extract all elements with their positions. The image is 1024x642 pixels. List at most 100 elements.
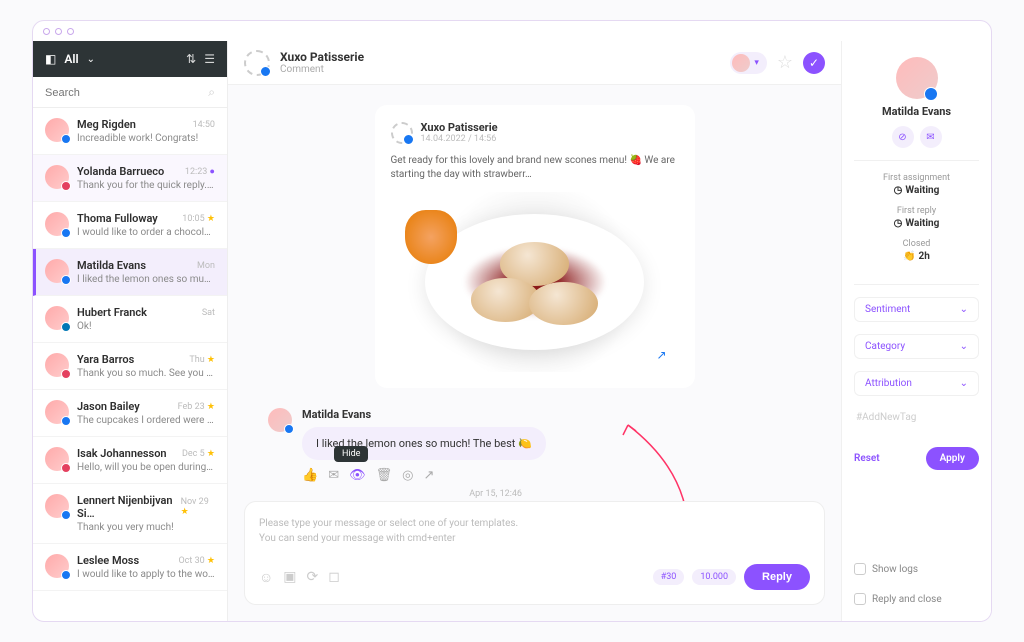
browser-chrome — [33, 21, 991, 41]
conversation-avatar — [45, 400, 69, 424]
reply-composer[interactable]: Please type your message or select one o… — [244, 501, 825, 605]
sentiment-dropdown[interactable]: Sentiment⌄ — [854, 297, 979, 322]
counter-tag: #30 — [653, 569, 685, 585]
conversation-list[interactable]: Meg Rigden 14:50 Increadible work! Congr… — [33, 108, 227, 621]
conversation-name: Jason Bailey — [77, 400, 140, 413]
fb-badge-icon — [61, 134, 71, 144]
reset-button[interactable]: Reset — [854, 453, 880, 464]
post-image: ↗ — [391, 192, 679, 372]
conversation-preview: Thank you so much. See you tom… — [77, 368, 215, 379]
chevron-down-icon: ⌄ — [960, 304, 968, 315]
conversation-item[interactable]: Leslee Moss Oct 30 I would like to apply… — [33, 544, 227, 591]
conversation-item[interactable]: Matilda Evans Mon I liked the lemon ones… — [33, 249, 227, 296]
resolve-button[interactable]: ✓ — [803, 52, 825, 74]
message-type: Comment — [280, 64, 364, 75]
assignee-avatar — [732, 54, 750, 72]
post-brand-avatar — [391, 122, 413, 144]
note-icon[interactable]: ◻ — [328, 569, 340, 586]
ig-badge-icon — [61, 463, 71, 473]
apply-button[interactable]: Apply — [926, 447, 979, 470]
chevron-down-icon: ⌄ — [960, 378, 968, 389]
email-button[interactable]: ✉ — [920, 126, 942, 148]
assignee-pill[interactable]: ▾ — [730, 52, 767, 74]
conversation-time: Mon — [197, 261, 215, 271]
conversation-item[interactable]: Isak Johannesson Dec 5 Hello, will you b… — [33, 437, 227, 484]
gif-icon[interactable]: ▣ — [283, 569, 296, 586]
sort-icon[interactable]: ⇅ — [186, 52, 196, 66]
conversation-item[interactable]: Meg Rigden 14:50 Increadible work! Congr… — [33, 108, 227, 155]
hide-icon[interactable]: 👁 — [349, 468, 366, 483]
ig-badge-icon — [61, 181, 71, 191]
trash-icon[interactable]: 🗑 — [376, 468, 393, 483]
conversation-time: Dec 5 — [182, 449, 215, 459]
star-button[interactable]: ☆ — [777, 52, 793, 73]
conversation-name: Yolanda Barrueco — [77, 165, 164, 178]
conversation-name: Lennert Nijenbijvan Si… — [77, 494, 181, 520]
conversation-preview: I would like to apply to the workshop… — [77, 569, 215, 580]
search-input[interactable] — [45, 87, 215, 99]
filter-all-label: All — [64, 52, 78, 66]
post-author: Xuxo Patisserie — [421, 121, 498, 134]
conversation-header: Xuxo Patisserie Comment ▾ ☆ ✓ — [228, 41, 841, 85]
mail-icon[interactable]: ✉ — [328, 468, 339, 483]
right-panel: Matilda Evans ⊘ ✉ First assignment ◷Wait… — [841, 41, 991, 621]
conversation-name: Meg Rigden — [77, 118, 136, 131]
emoji-icon[interactable]: ☺ — [259, 569, 273, 586]
comment-actions: 👍 ✉ 👁 🗑 ◎ ↗ Hide — [302, 468, 801, 483]
post-text: Get ready for this lovely and brand new … — [391, 154, 679, 182]
conversation-item[interactable]: Yolanda Barrueco 12:23 Thank you for the… — [33, 155, 227, 202]
show-logs-checkbox[interactable]: Show logs — [854, 563, 979, 575]
conversation-name: Isak Johannesson — [77, 447, 167, 460]
external-icon[interactable]: ↗ — [423, 468, 434, 483]
fb-badge-icon — [61, 416, 71, 426]
fb-badge-icon — [61, 275, 71, 285]
sidebar-filter-header[interactable]: ◧ All ⌄ ⇅ ☰ — [33, 41, 227, 77]
conversation-preview: Thank you for the quick reply. I will in… — [77, 180, 215, 191]
hide-tooltip: Hide — [334, 446, 368, 462]
chevron-down-icon: ⌄ — [960, 341, 968, 352]
block-button[interactable]: ⊘ — [892, 126, 914, 148]
conversation-preview: Ok! — [77, 321, 215, 332]
conversation-name: Leslee Moss — [77, 554, 139, 567]
conversation-avatar — [45, 353, 69, 377]
closed-value: 👏2h — [854, 251, 979, 262]
conversation-avatar — [45, 165, 69, 189]
commenter-name: Matilda Evans — [302, 408, 801, 421]
conversation-preview: Hello, will you be open during the holi… — [77, 462, 215, 473]
category-dropdown[interactable]: Category⌄ — [854, 334, 979, 359]
first-reply-value: ◷Waiting — [854, 218, 979, 229]
filter-icon[interactable]: ☰ — [204, 52, 215, 66]
brand-avatar — [244, 50, 270, 76]
open-external-icon[interactable]: ↗ — [651, 344, 673, 366]
original-post-card: Xuxo Patisserie 14.04.2022 / 14:56 Get r… — [375, 105, 695, 388]
commenter-avatar — [268, 408, 292, 432]
first-reply-label: First reply — [854, 206, 979, 216]
add-tag-input[interactable]: #AddNewTag — [854, 408, 979, 427]
sidebar: ◧ All ⌄ ⇅ ☰ ⌕ Meg Rigden 14:50 Increadib… — [33, 41, 228, 621]
reply-and-close-checkbox[interactable]: Reply and close — [854, 593, 979, 605]
conversation-item[interactable]: Jason Bailey Feb 23 The cupcakes I order… — [33, 390, 227, 437]
conversation-name: Hubert Franck — [77, 306, 147, 319]
facebook-badge-icon — [260, 66, 271, 77]
conversation-item[interactable]: Hubert Franck Sat Ok! — [33, 296, 227, 343]
attribution-dropdown[interactable]: Attribution⌄ — [854, 371, 979, 396]
conversation-item[interactable]: Lennert Nijenbijvan Si… Nov 29 Thank you… — [33, 484, 227, 544]
conversation-item[interactable]: Thoma Fulloway 10:05 I would like to ord… — [33, 202, 227, 249]
closed-label: Closed — [854, 239, 979, 249]
conversation-time: Sat — [202, 308, 215, 318]
conversation-preview: Increadible work! Congrats! — [77, 133, 215, 144]
conversation-avatar — [45, 212, 69, 236]
search-box[interactable]: ⌕ — [33, 77, 227, 108]
fb-badge-icon — [61, 228, 71, 238]
reply-button[interactable]: Reply — [744, 564, 810, 590]
comment-block: Matilda Evans I liked the lemon ones so … — [268, 408, 801, 499]
li-badge-icon — [61, 322, 71, 332]
chevron-down-icon: ⌄ — [87, 54, 95, 65]
inbox-icon: ◧ — [45, 52, 56, 66]
conversation-time: Oct 30 — [178, 556, 215, 566]
template-icon[interactable]: ⟳ — [307, 569, 319, 586]
conversation-item[interactable]: Yara Barros Thu Thank you so much. See y… — [33, 343, 227, 390]
tag-icon[interactable]: ◎ — [402, 468, 413, 483]
conversation-time: 10:05 — [182, 214, 215, 224]
like-icon[interactable]: 👍 — [302, 468, 318, 483]
